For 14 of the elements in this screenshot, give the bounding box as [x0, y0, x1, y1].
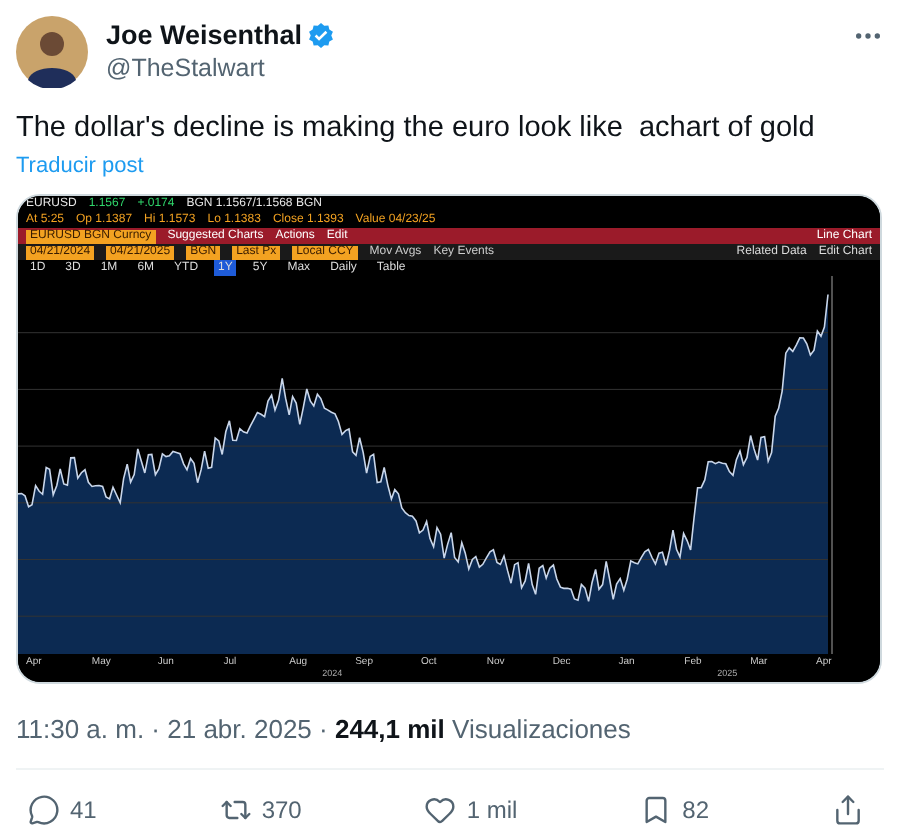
heart-icon: [424, 794, 457, 826]
share-button[interactable]: [831, 794, 864, 826]
author-name[interactable]: Joe Weisenthal: [106, 20, 303, 50]
avatar[interactable]: [16, 16, 88, 88]
author-handle[interactable]: @TheStalwart: [106, 54, 834, 82]
share-icon: [831, 794, 864, 826]
bookmark-icon: [640, 794, 673, 826]
like-button[interactable]: 1 mil: [424, 794, 518, 826]
post-meta: 11:30 a. m. · 21 abr. 2025 · 244,1 mil Visualizaciones: [16, 714, 633, 744]
reply-button[interactable]: 41: [28, 794, 97, 826]
repost-button[interactable]: 370: [219, 794, 302, 826]
speech-bubble-icon: [28, 794, 60, 826]
bookmark-button[interactable]: 82: [640, 794, 709, 826]
post-text: The dollar's decline is making the euro look like achart of gold: [16, 112, 817, 144]
